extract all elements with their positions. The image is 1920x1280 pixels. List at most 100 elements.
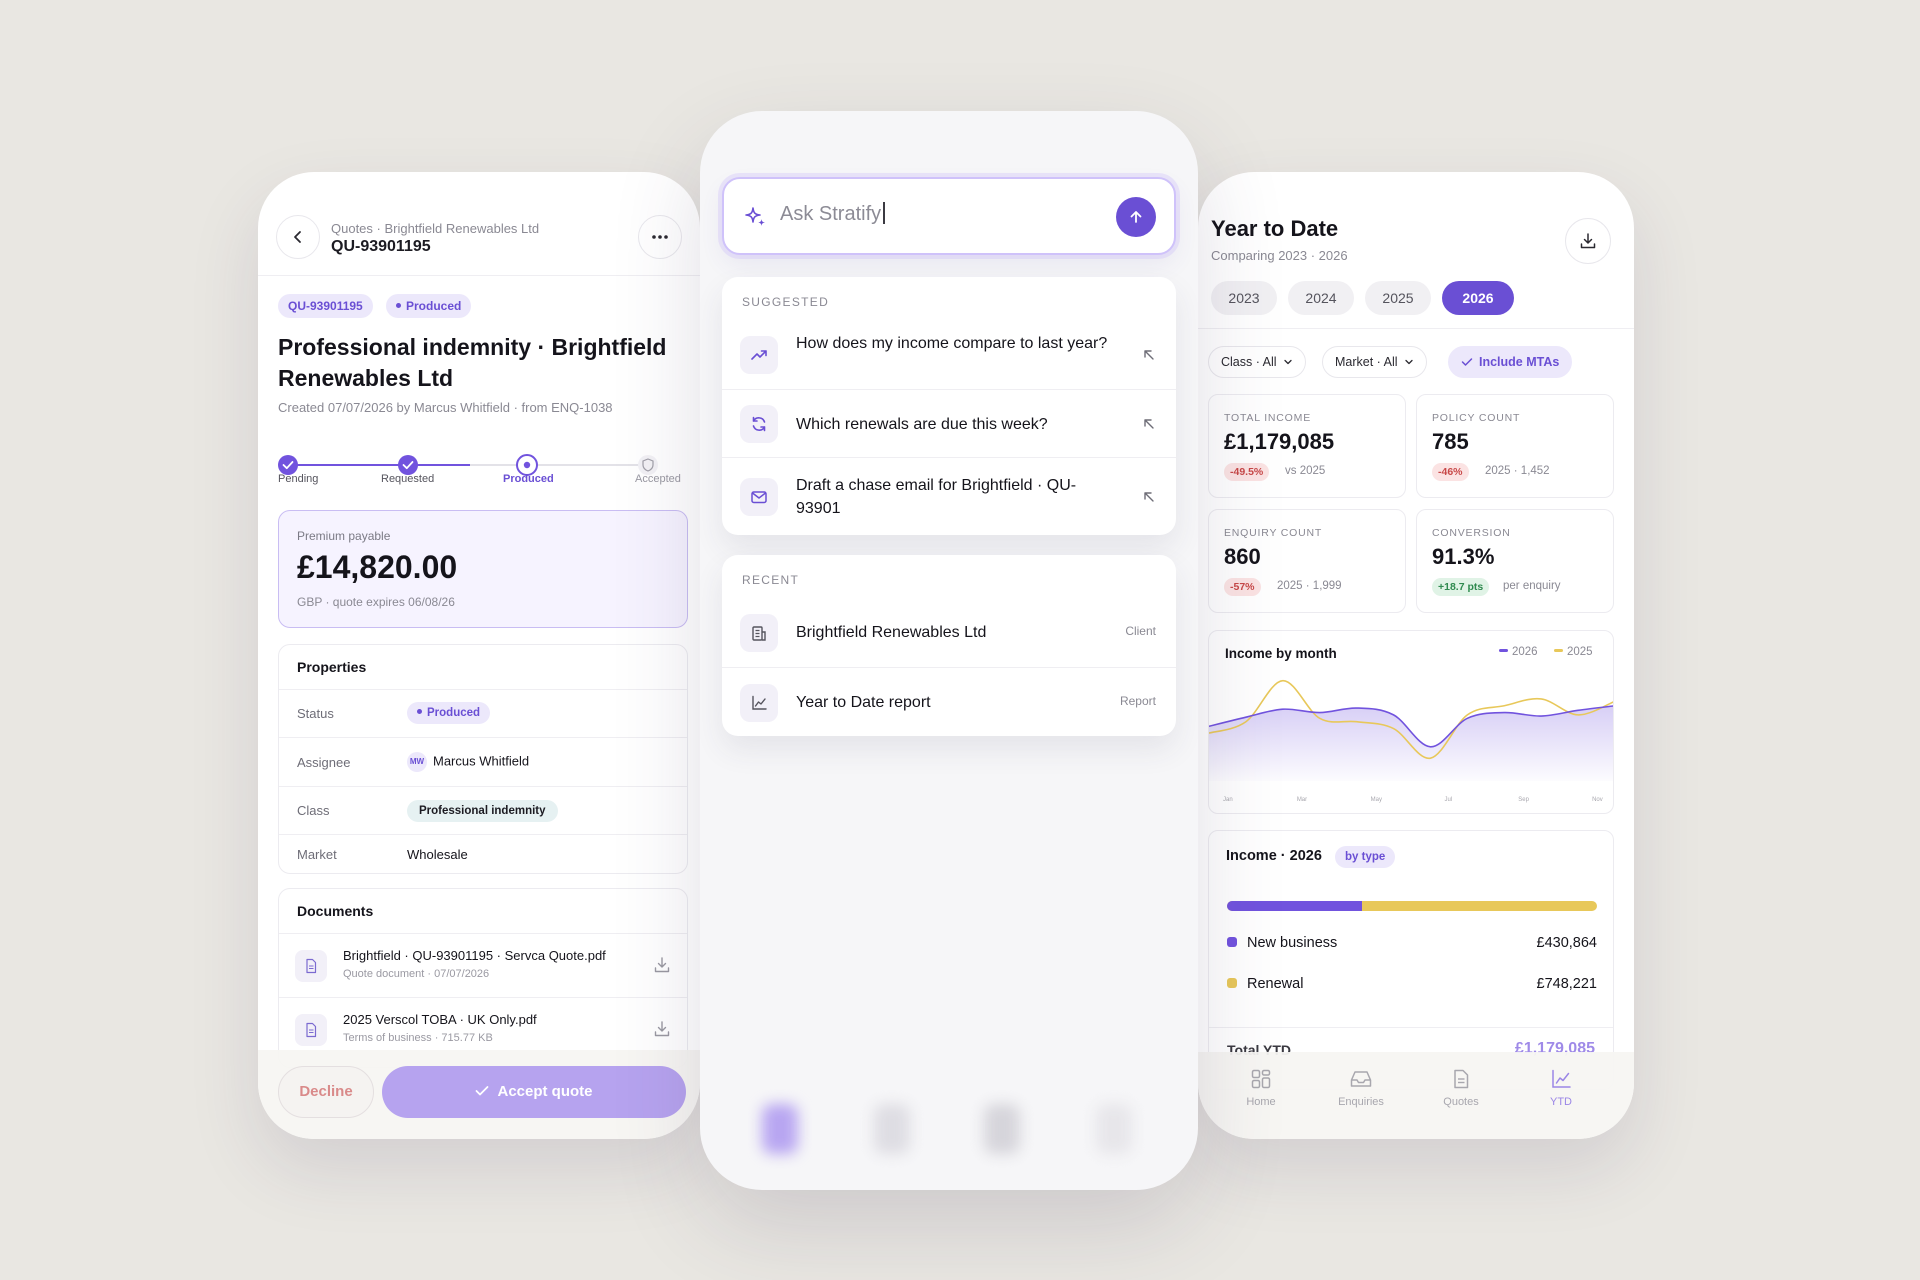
class-pill: Professional indemnity bbox=[407, 800, 558, 822]
filter-class-label: Class · All bbox=[1221, 355, 1277, 369]
status-badge: Produced bbox=[386, 294, 472, 318]
step-accepted-shield-icon bbox=[638, 455, 658, 475]
ask-input-box[interactable]: Ask Stratify bbox=[722, 177, 1176, 255]
kpi-value: £1,179,085 bbox=[1224, 429, 1335, 454]
check-icon bbox=[1461, 357, 1473, 366]
suggested-panel: SUGGESTED How does my income compare to … bbox=[722, 277, 1176, 535]
year-tab-2023[interactable]: 2023 bbox=[1211, 281, 1277, 315]
blurred-nav-enquiries-icon bbox=[874, 1104, 910, 1154]
kpi-note: per enquiry bbox=[1503, 580, 1561, 592]
inbox-icon bbox=[1350, 1071, 1372, 1087]
recent-panel: RECENT Brightfield Renewables Ltd Client… bbox=[722, 555, 1176, 736]
year-tab-2026[interactable]: 2026 bbox=[1442, 281, 1514, 315]
suggestion-item[interactable]: Draft a chase email for Brightfield · QU… bbox=[722, 457, 1176, 535]
kpi-change-badge: -57% bbox=[1224, 578, 1261, 596]
kpi-policy-count: POLICY COUNT 785 -46% 2025 · 1,452 bbox=[1416, 394, 1614, 498]
income-row-label: New business bbox=[1247, 935, 1338, 951]
x-tick-label: Sep bbox=[1518, 797, 1529, 803]
kpi-change-badge: +18.7 pts bbox=[1432, 578, 1490, 596]
chevron-left-icon bbox=[294, 231, 301, 243]
tab-ytd[interactable]: YTD bbox=[1526, 1068, 1596, 1108]
status-pill-label: Produced bbox=[427, 707, 481, 719]
income-row-value: £430,864 bbox=[1536, 935, 1597, 951]
status-pill: Produced bbox=[407, 702, 491, 724]
recent-text: Brightfield Renewables Ltd bbox=[796, 624, 987, 641]
legend-swatch bbox=[1227, 978, 1237, 989]
more-options-button[interactable] bbox=[638, 215, 682, 259]
property-row-assignee: Assignee MW Marcus Whitfield bbox=[279, 737, 687, 786]
kpi-label: POLICY COUNT bbox=[1432, 412, 1521, 424]
ask-placeholder: Ask Stratify bbox=[780, 203, 882, 225]
quote-header: Quotes · Brightfield Renewables Ltd QU-9… bbox=[258, 172, 700, 276]
status-badge-label: Produced bbox=[406, 299, 462, 313]
document-meta: Terms of business · 715.77 KB bbox=[343, 1032, 493, 1044]
filter-market[interactable]: Market · All bbox=[1322, 346, 1427, 378]
suggestion-text: Draft a chase email for Brightfield · QU… bbox=[796, 477, 1077, 517]
premium-label: Premium payable bbox=[297, 529, 391, 543]
kpi-value: 860 bbox=[1224, 544, 1261, 569]
building-icon bbox=[740, 614, 778, 652]
step-pending-check-icon bbox=[278, 455, 298, 475]
filter-class[interactable]: Class · All bbox=[1208, 346, 1306, 378]
ask-input[interactable]: Ask Stratify bbox=[780, 202, 886, 226]
property-value: Wholesale bbox=[407, 847, 468, 862]
property-key: Class bbox=[297, 803, 330, 818]
kpi-total-income: TOTAL INCOME £1,179,085 -49.5% vs 2025 bbox=[1208, 394, 1406, 498]
premium-sub: GBP · quote expires 06/08/26 bbox=[297, 595, 455, 609]
avatar: MW bbox=[407, 752, 427, 772]
year-tab-2024[interactable]: 2024 bbox=[1288, 281, 1354, 315]
filter-include-mtas[interactable]: Include MTAs bbox=[1448, 346, 1573, 378]
step-label-pending: Pending bbox=[278, 473, 319, 485]
chart-line-icon bbox=[1552, 1069, 1571, 1088]
suggestion-item[interactable]: Which renewals are due this week? bbox=[722, 389, 1176, 457]
quote-detail-screen: Quotes · Brightfield Renewables Ltd QU-9… bbox=[258, 172, 700, 1139]
income-row-renewal: Renewal £748,221 bbox=[1227, 976, 1597, 992]
income-row-new-business: New business £430,864 bbox=[1227, 935, 1597, 951]
page-subtitle: Comparing 2023 · 2026 bbox=[1211, 248, 1348, 263]
kpi-note: 2025 · 1,452 bbox=[1485, 465, 1550, 477]
properties-heading: Properties bbox=[297, 659, 367, 675]
tab-enquiries[interactable]: Enquiries bbox=[1326, 1068, 1396, 1108]
kpi-label: TOTAL INCOME bbox=[1224, 412, 1311, 424]
kpi-enquiry-count: ENQUIRY COUNT 860 -57% 2025 · 1,999 bbox=[1208, 509, 1406, 613]
document-icon bbox=[1454, 1069, 1469, 1089]
property-row-status: Status Produced bbox=[279, 689, 687, 737]
decline-button[interactable]: Decline bbox=[278, 1066, 374, 1118]
kpi-change-badge: -49.5% bbox=[1224, 463, 1270, 481]
step-label-requested: Requested bbox=[381, 473, 435, 485]
back-button[interactable] bbox=[276, 215, 320, 259]
status-dot bbox=[417, 709, 422, 715]
blurred-nav-ytd-icon bbox=[1096, 1104, 1132, 1154]
tab-label: Enquiries bbox=[1338, 1096, 1384, 1108]
tab-quotes[interactable]: Quotes bbox=[1426, 1068, 1496, 1108]
accept-quote-button[interactable]: Accept quote bbox=[382, 1066, 686, 1118]
download-icon[interactable] bbox=[653, 956, 671, 974]
property-key: Status bbox=[297, 706, 334, 721]
year-tab-2025[interactable]: 2025 bbox=[1365, 281, 1431, 315]
property-key: Market bbox=[297, 847, 337, 862]
suggested-heading: SUGGESTED bbox=[742, 295, 830, 309]
income-split-bar bbox=[1227, 901, 1597, 911]
x-tick-label: Mar bbox=[1297, 797, 1307, 803]
send-button[interactable] bbox=[1116, 197, 1156, 237]
bottom-tab-bar: Home Enquiries Quotes YTD bbox=[1198, 1052, 1634, 1139]
recent-item[interactable]: Year to Date report Report bbox=[722, 667, 1176, 736]
download-icon bbox=[1580, 233, 1596, 249]
property-value: Produced bbox=[407, 702, 491, 724]
tab-home[interactable]: Home bbox=[1226, 1068, 1296, 1108]
properties-card: Properties Status Produced Assignee MW Ma… bbox=[278, 644, 688, 874]
document-row[interactable]: Brightfield · QU-93901195 · Servca Quote… bbox=[279, 933, 687, 997]
legend-swatch bbox=[1227, 937, 1237, 948]
download-button[interactable] bbox=[1565, 218, 1611, 264]
suggestion-text: How does my income compare to last year? bbox=[796, 335, 1108, 352]
assignee-name: Marcus Whitfield bbox=[433, 753, 530, 769]
recent-item[interactable]: Brightfield Renewables Ltd Client bbox=[722, 598, 1176, 667]
income-line-chart: Jan Mar May Jul Sep Nov bbox=[1209, 679, 1613, 803]
x-tick-label: Jan bbox=[1223, 797, 1233, 803]
suggestion-item[interactable]: How does my income compare to last year? bbox=[722, 321, 1176, 389]
download-icon[interactable] bbox=[653, 1020, 671, 1038]
arrow-up-left-icon bbox=[1144, 419, 1154, 429]
income-row-value: £748,221 bbox=[1536, 976, 1597, 992]
kpi-change-badge: -46% bbox=[1432, 463, 1469, 481]
kpi-note: 2025 · 1,999 bbox=[1277, 580, 1342, 592]
